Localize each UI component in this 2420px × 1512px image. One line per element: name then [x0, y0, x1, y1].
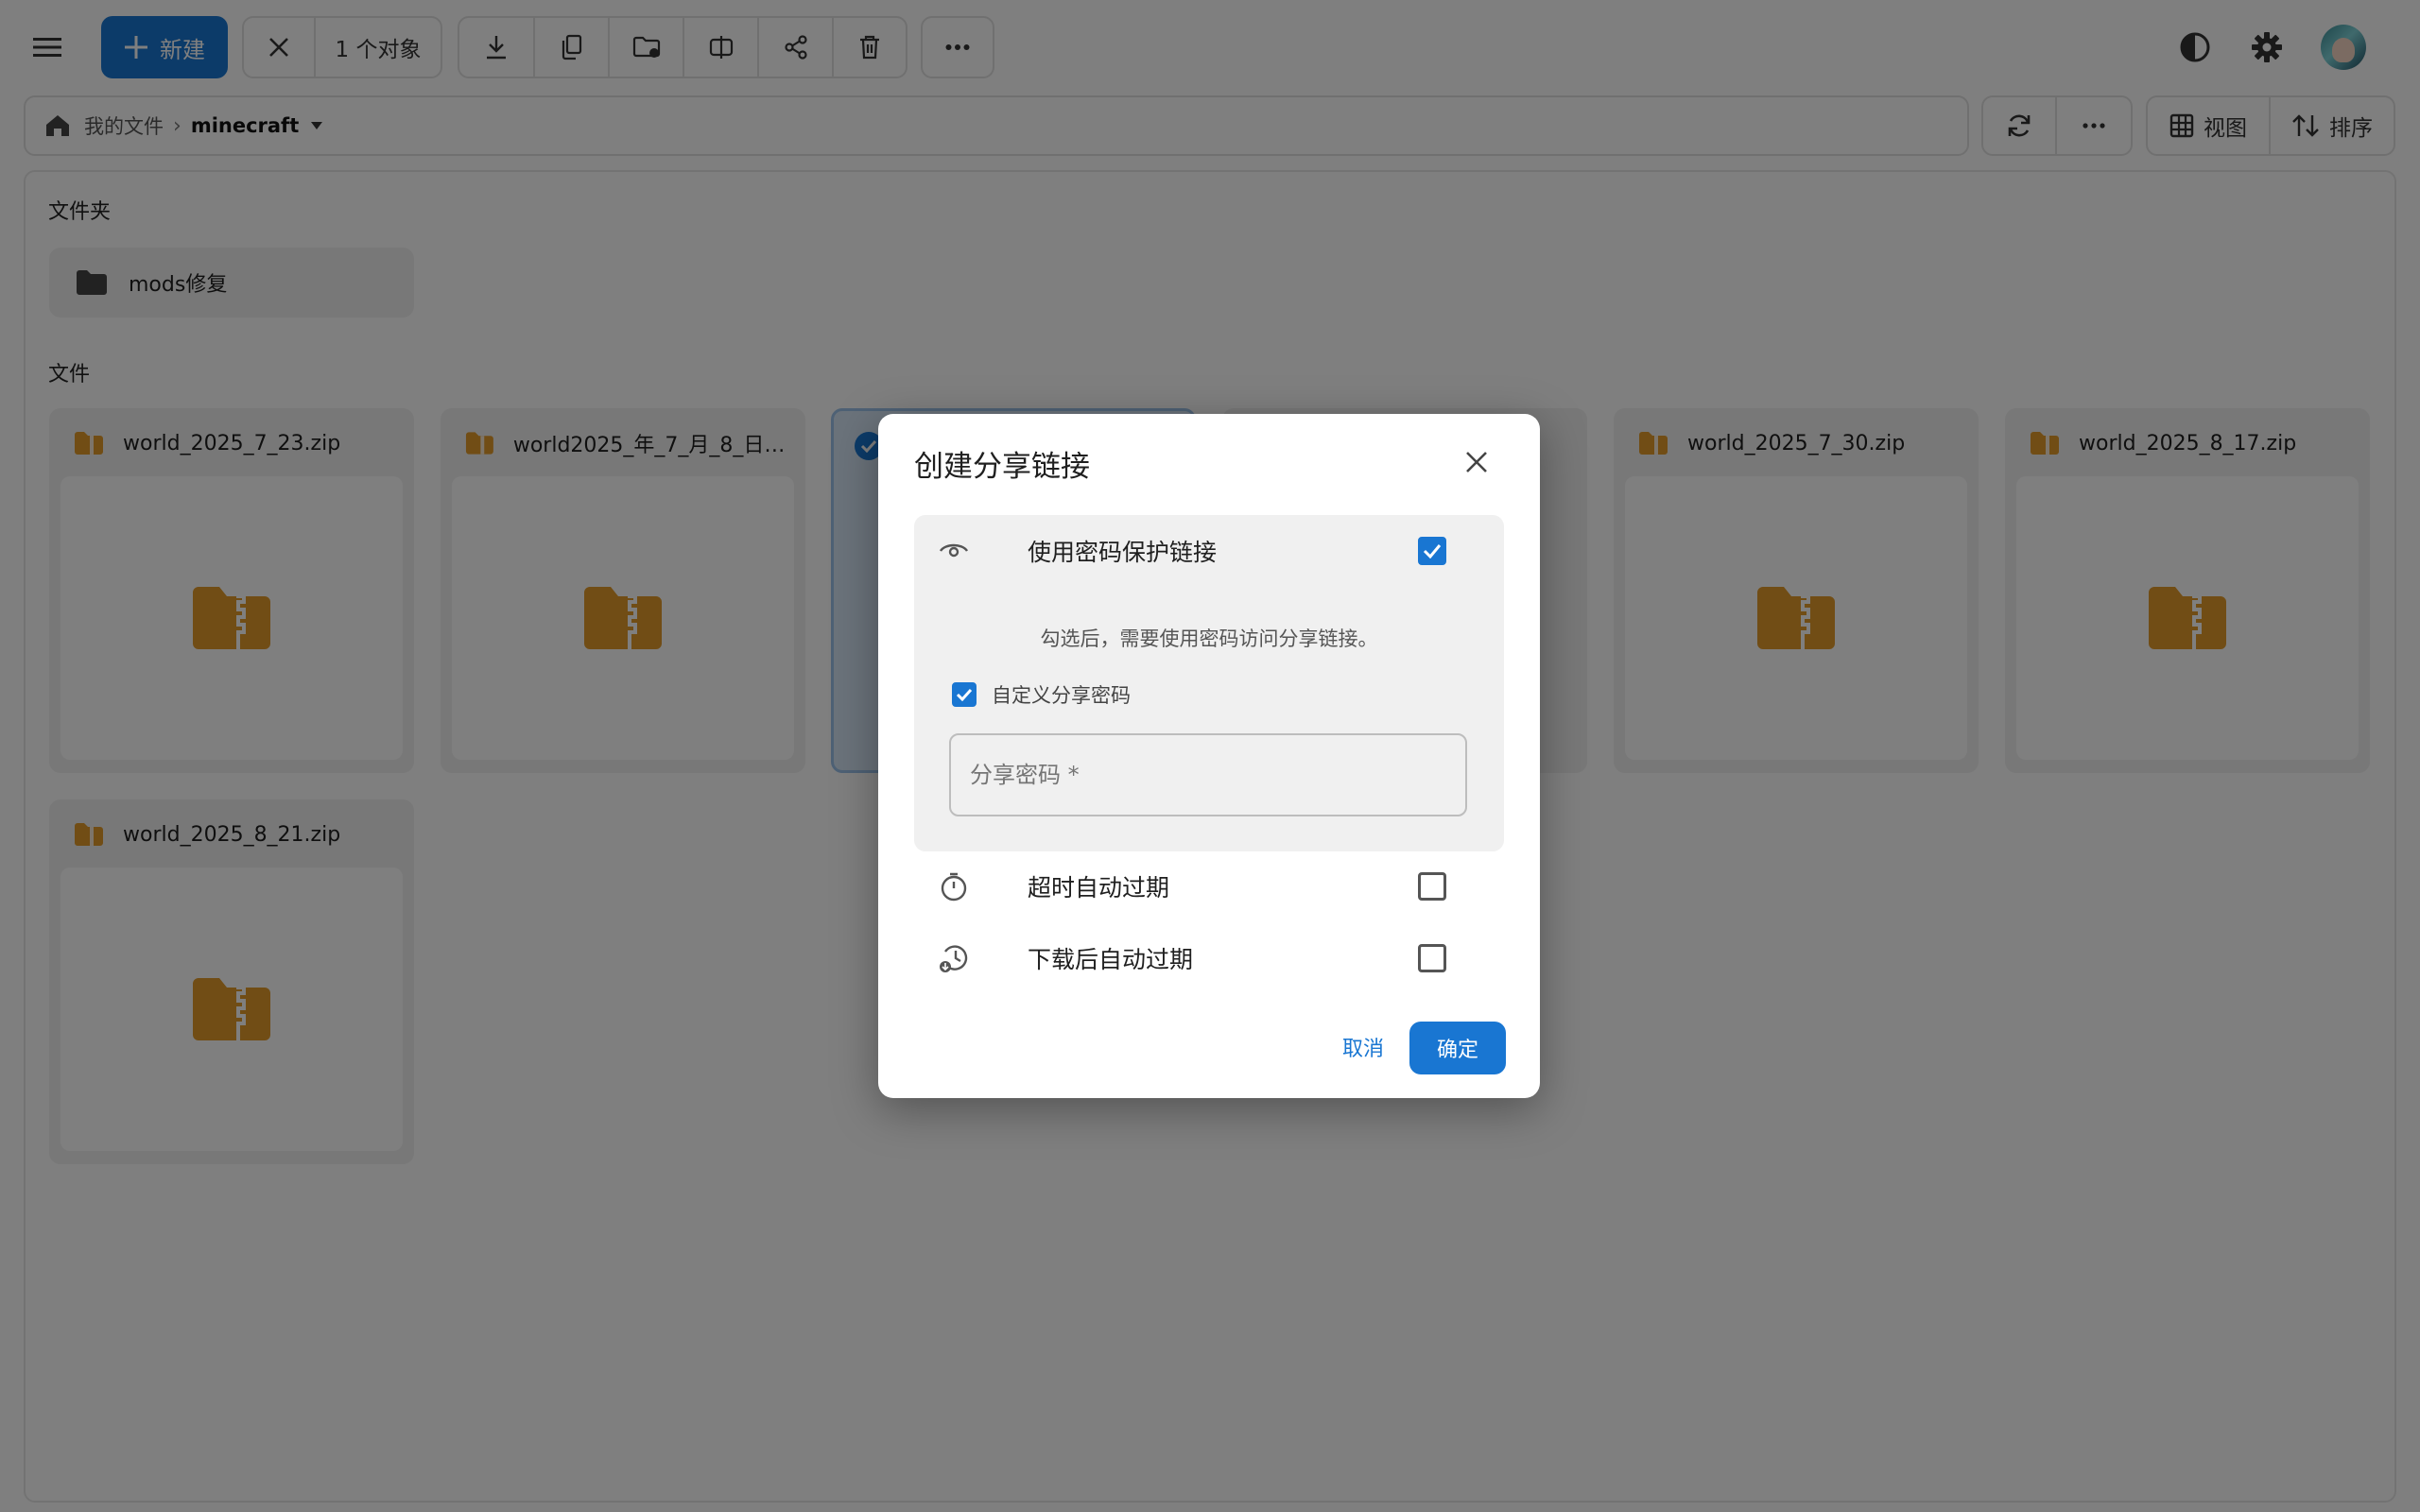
password-protect-label: 使用密码保护链接 [1028, 539, 1218, 566]
expire-download-checkbox[interactable] [1418, 944, 1446, 972]
expire-timeout-option[interactable]: 超时自动过期 [914, 852, 1504, 920]
custom-password-option[interactable]: 自定义分享密码 [952, 680, 1131, 709]
share-link-dialog: 创建分享链接 使用密码保护链接 勾选后，需要使用密码访问分享链接。 自定义分享密… [878, 414, 1540, 1098]
timer-icon [937, 869, 971, 903]
expire-download-label: 下载后自动过期 [1028, 946, 1194, 973]
expire-timeout-label: 超时自动过期 [1028, 874, 1170, 902]
dialog-title: 创建分享链接 [914, 450, 1090, 484]
custom-password-label: 自定义分享密码 [992, 684, 1131, 707]
eye-icon [937, 534, 971, 568]
password-protect-checkbox[interactable] [1418, 537, 1446, 565]
close-icon [1466, 452, 1487, 472]
expire-download-option[interactable]: 下载后自动过期 [914, 924, 1504, 992]
history-download-icon [937, 941, 971, 975]
password-protect-option[interactable]: 使用密码保护链接 [914, 517, 1504, 585]
dialog-close-button[interactable] [1458, 443, 1495, 481]
share-password-input[interactable] [949, 733, 1467, 816]
cancel-button[interactable]: 取消 [1321, 1022, 1406, 1072]
password-hint: 勾选后，需要使用密码访问分享链接。 [1040, 627, 1378, 650]
confirm-button[interactable]: 确定 [1409, 1022, 1506, 1074]
custom-password-checkbox[interactable] [952, 682, 977, 707]
expire-timeout-checkbox[interactable] [1418, 872, 1446, 901]
